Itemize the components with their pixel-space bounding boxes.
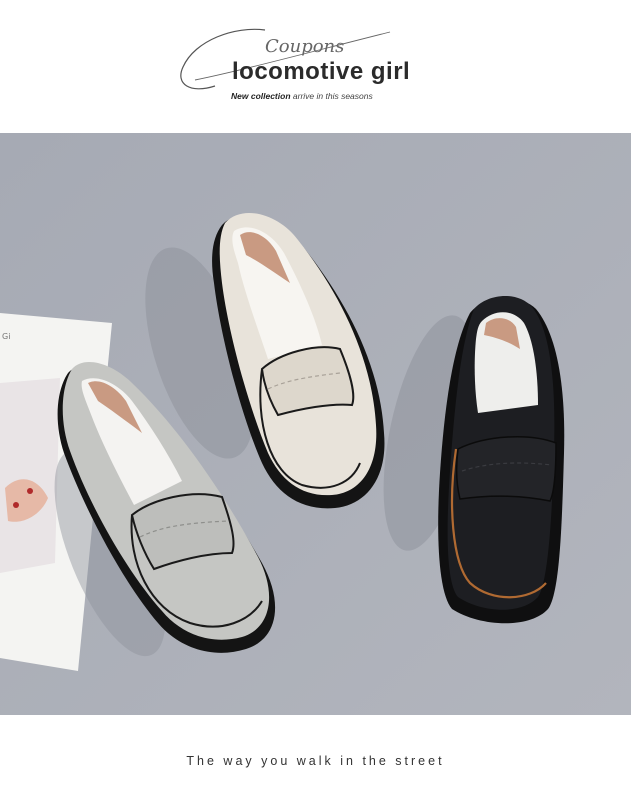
product-photo-illustration: Gi: [0, 133, 631, 715]
tagline-bold: New collection: [231, 91, 291, 101]
footer-caption: The way you walk in the street: [186, 754, 445, 768]
brand-title: locomotive girl: [232, 58, 411, 85]
card-text: Gi: [2, 332, 10, 341]
header: Coupons locomotive girl New collection a…: [0, 0, 631, 133]
tagline-rest: arrive in this seasons: [292, 91, 373, 101]
script-text: Coupons: [265, 36, 344, 57]
tagline: New collection arrive in this seasons: [231, 91, 373, 101]
product-photo: Gi: [0, 133, 631, 715]
